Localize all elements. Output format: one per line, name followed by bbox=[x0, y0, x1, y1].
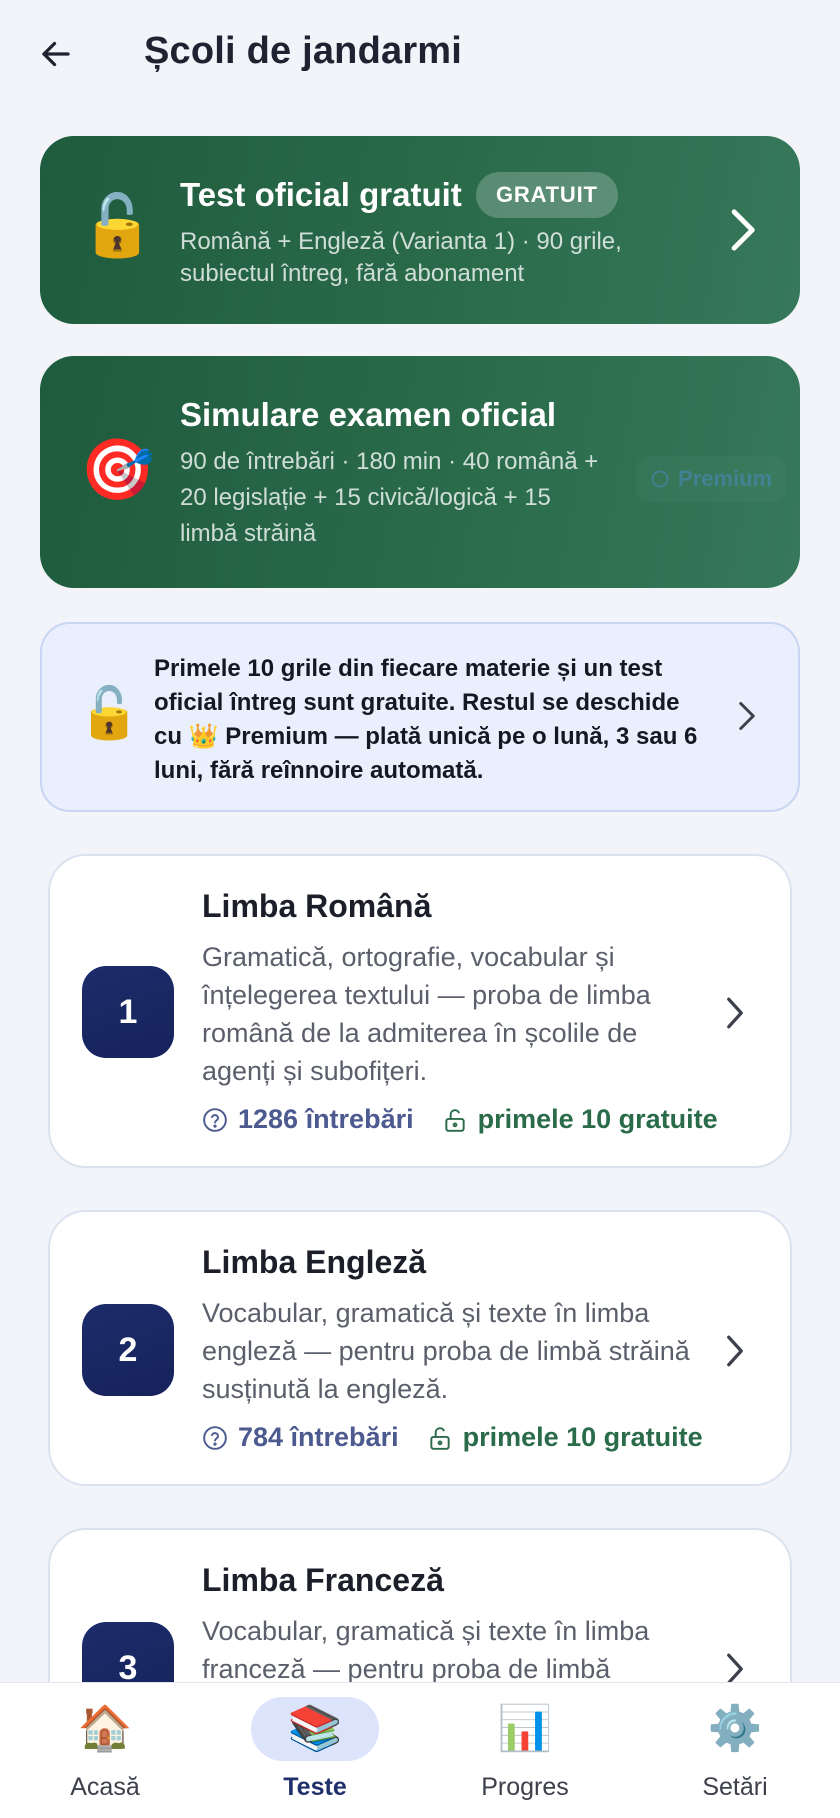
free-official-test-card[interactable]: 🔓 Test oficial gratuit GRATUIT Română + … bbox=[40, 136, 800, 324]
nav-item-progres[interactable]: 📊 Progres bbox=[420, 1683, 630, 1818]
subject-card-romana[interactable]: 1 Limba Română Gramatică, ortografie, vo… bbox=[48, 854, 792, 1168]
premium-info-text: Primele 10 grile din fiecare materie și … bbox=[154, 655, 698, 784]
premium-badge: Premium bbox=[636, 456, 786, 502]
free-count: primele 10 gratuite bbox=[427, 1422, 703, 1453]
target-icon: 🎯 bbox=[80, 436, 155, 503]
nav-label: Acasă bbox=[70, 1773, 140, 1801]
premium-label: Premium bbox=[678, 466, 773, 491]
subject-description: Vocabular, gramatică și texte în limba e… bbox=[202, 1298, 690, 1404]
chevron-right-icon bbox=[727, 1335, 743, 1367]
subject-meta: 784 întrebări primele 10 gratuite bbox=[202, 1422, 703, 1453]
question-circle-icon bbox=[203, 1107, 227, 1132]
nav-label: Setări bbox=[702, 1773, 768, 1801]
nav-item-teste[interactable]: 📚 Teste bbox=[210, 1683, 420, 1818]
question-count-label: 1286 întrebări bbox=[238, 1104, 414, 1134]
subject-title: Limba Engleză bbox=[202, 1244, 427, 1280]
nav-label: Teste bbox=[283, 1773, 347, 1801]
free-test-subtitle: Română + Engleză (Varianta 1) · 90 grile… bbox=[180, 228, 622, 287]
simulation-title: Simulare examen oficial bbox=[180, 396, 557, 433]
unlock-icon bbox=[444, 1108, 465, 1132]
question-count: 1286 întrebări bbox=[202, 1104, 414, 1135]
gear-icon: ⚙️ bbox=[707, 1704, 763, 1753]
app-screen: Școli de jandarmi 🔓 Test oficial gratuit… bbox=[0, 0, 840, 1818]
free-badge: GRATUIT bbox=[476, 172, 618, 218]
free-count-label: primele 10 gratuite bbox=[462, 1422, 703, 1452]
simulation-subtitle: 90 de întrebări · 180 min · 40 română + … bbox=[180, 448, 599, 547]
chevron-right-icon bbox=[739, 702, 755, 730]
bar-chart-icon: 📊 bbox=[497, 1704, 553, 1753]
header: Școli de jandarmi bbox=[0, 0, 840, 112]
free-count-label: primele 10 gratuite bbox=[477, 1104, 718, 1134]
free-count: primele 10 gratuite bbox=[442, 1104, 718, 1135]
subject-title: Limba Română bbox=[202, 888, 432, 924]
question-count: 784 întrebări bbox=[202, 1422, 399, 1453]
exam-simulation-card[interactable]: 🎯 Simulare examen oficial 90 de întrebăr… bbox=[40, 356, 800, 588]
nav-item-setari[interactable]: ⚙️ Setări bbox=[630, 1683, 840, 1818]
subject-meta: 1286 întrebări primele 10 gratuite bbox=[202, 1104, 718, 1135]
nav-item-acasa[interactable]: 🏠 Acasă bbox=[0, 1683, 210, 1818]
lock-icon bbox=[651, 470, 669, 488]
unlocked-padlock-icon: 🔓 bbox=[78, 685, 141, 741]
premium-info-banner[interactable]: 🔓 Primele 10 grile din fiecare materie ș… bbox=[40, 622, 800, 812]
nav-label: Progres bbox=[481, 1773, 569, 1801]
subject-number-badge: 2 bbox=[82, 1304, 174, 1396]
home-icon: 🏠 bbox=[77, 1704, 133, 1753]
back-button[interactable] bbox=[30, 28, 82, 80]
unlocked-padlock-icon: 🔓 bbox=[80, 192, 155, 259]
chevron-right-icon bbox=[731, 209, 755, 251]
question-circle-icon bbox=[203, 1425, 227, 1450]
free-test-title: Test oficial gratuit bbox=[180, 176, 462, 213]
books-icon: 📚 bbox=[251, 1697, 379, 1761]
page-title: Școli de jandarmi bbox=[144, 30, 463, 72]
subject-description: Vocabular, gramatică și texte în limba f… bbox=[202, 1616, 650, 1684]
subject-title: Limba Franceză bbox=[202, 1562, 444, 1598]
unlock-icon bbox=[429, 1426, 450, 1450]
bottom-navigation: 🏠 Acasă 📚 Teste 📊 Progres ⚙️ Setări bbox=[0, 1682, 840, 1818]
question-count-label: 784 întrebări bbox=[238, 1422, 399, 1452]
arrow-left-icon bbox=[42, 41, 70, 67]
subject-number-badge: 1 bbox=[82, 966, 174, 1058]
subject-description: Gramatică, ortografie, vocabular și înțe… bbox=[202, 942, 651, 1086]
subject-card-engleza[interactable]: 2 Limba Engleză Vocabular, gramatică și … bbox=[48, 1210, 792, 1486]
chevron-right-icon bbox=[727, 997, 743, 1029]
